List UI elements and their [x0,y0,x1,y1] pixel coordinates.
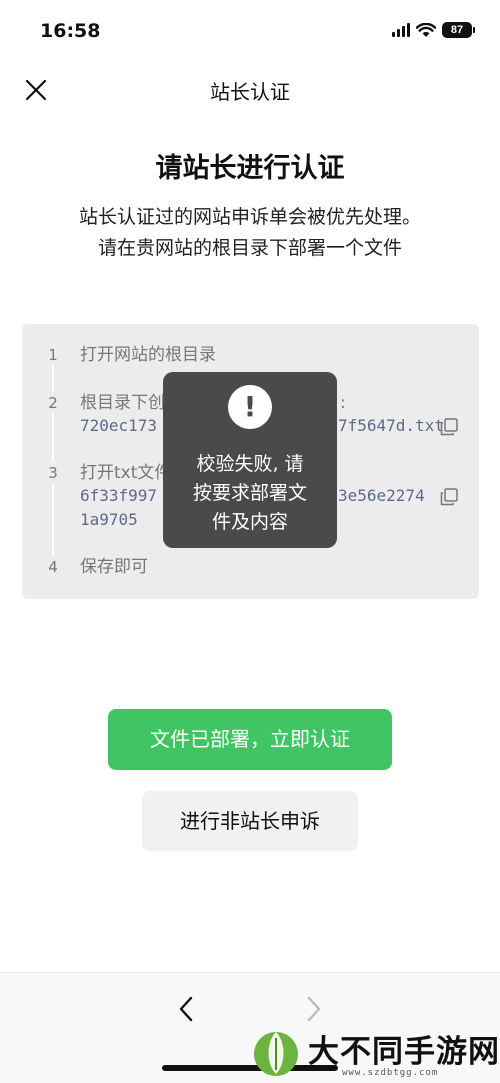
watermark-url: www.szdbtgg.com [342,1068,439,1078]
watermark: 大不同手游网 www.szdbtgg.com [252,1022,500,1082]
copy-icon[interactable] [440,418,458,436]
signal-icon [392,23,410,37]
back-arrow-icon[interactable] [172,993,200,1025]
battery-icon: 87 [442,22,475,38]
description-line: 请在贵网站的根目录下部署一个文件 [97,237,402,259]
description: 站长认证过的网站申诉单会被优先处理。 请在贵网站的根目录下部署一个文件 [0,202,500,264]
step-text: 打开网站的根目录 [80,345,216,365]
page-title: 站长认证 [210,80,290,104]
step-number: 4 [42,556,64,578]
timeline-line [52,354,54,566]
status-time: 16:58 [40,20,101,42]
step-text: 保存即可 [80,557,148,577]
step-number: 1 [42,344,64,366]
step-code-tail: 7f5647d.txt [338,416,444,435]
step-number: 3 [42,462,64,484]
description-line: 站长认证过的网站申诉单会被优先处理。 [78,206,421,228]
toast-line: 校验失败, 请 [196,453,304,475]
toast-line: 按要求部署文 [192,482,307,504]
status-bar: 16:58 87 [0,0,500,62]
deploy-verify-button[interactable]: 文件已部署，立即认证 [108,709,392,770]
wifi-icon [416,22,436,37]
step-code: 1a9705 [80,510,138,529]
step-text-tail: : [340,393,346,413]
error-toast: ! 校验失败, 请 按要求部署文 件及内容 [163,372,337,548]
step-code: 6f33f997 [80,486,158,505]
step-text: 打开txt文件 [80,463,172,483]
watermark-text: 大不同手游网 [308,1034,500,1070]
toast-line: 件及内容 [211,511,288,533]
step-text: 根目录下创 [80,393,165,413]
alert-icon: ! [228,385,272,429]
forward-arrow-icon [307,996,321,1022]
nav-bar: 站长认证 [0,62,500,114]
non-webmaster-appeal-button[interactable]: 进行非站长申诉 [142,791,358,851]
step-code: 720ec173 [80,416,158,435]
toast-message: 校验失败, 请 按要求部署文 件及内容 [173,450,327,537]
copy-icon[interactable] [440,488,458,506]
step-number: 2 [42,392,64,414]
watermark-logo [254,1032,298,1076]
status-icons: 87 [392,22,475,38]
heading: 请站长进行认证 [155,153,345,184]
step-code-tail: 3e56e2274 [338,486,425,505]
